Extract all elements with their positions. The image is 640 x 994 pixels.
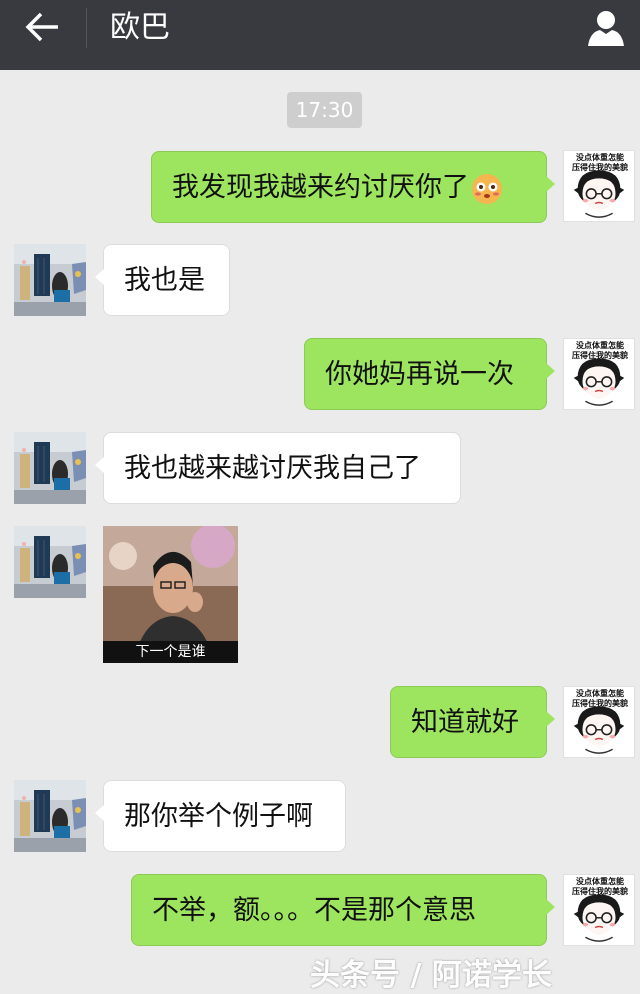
avatar-caption: 压得住我的美貌 <box>572 698 628 708</box>
message-bubble-me[interactable]: 不举，额。。。不是那个意思 <box>131 874 555 946</box>
message-bubble-other[interactable]: 那你举个例子啊 <box>95 780 346 852</box>
message-bubble-other[interactable]: 我也是 <box>95 244 230 316</box>
contact-avatar[interactable] <box>14 526 86 598</box>
message-text: 你她妈再说一次 <box>325 359 514 390</box>
avatar-caption: 没点体重怎能 <box>576 152 624 162</box>
back-button[interactable] <box>22 10 66 46</box>
arrow-left-icon <box>25 12 58 42</box>
message-bubble-me[interactable]: 我发现我越来约讨厌你了 <box>151 151 555 223</box>
chat-title: 欧巴 <box>110 10 170 45</box>
contact-avatar[interactable] <box>14 244 86 316</box>
message-text: 我发现我越来约讨厌你了 <box>172 172 469 203</box>
avatar-caption: 没点体重怎能 <box>576 876 624 886</box>
avatar-caption: 压得住我的美貌 <box>572 350 628 360</box>
my-avatar[interactable]: 没点体重怎能 压得住我的美貌 <box>563 874 635 946</box>
chat-header: 欧巴 <box>0 0 640 70</box>
message-text: 不举，额。。。不是那个意思 <box>152 895 476 926</box>
avatar-caption: 没点体重怎能 <box>576 688 624 698</box>
avatar-caption: 压得住我的美貌 <box>572 162 628 172</box>
contact-avatar[interactable] <box>14 432 86 504</box>
timestamp-badge: 17:30 <box>287 92 362 128</box>
profile-button[interactable] <box>586 8 626 48</box>
message-text: 我也是 <box>124 265 205 296</box>
message-bubble-me[interactable]: 你她妈再说一次 <box>304 338 555 410</box>
person-icon <box>588 11 624 46</box>
image-message[interactable]: 下一个是谁 <box>103 526 238 663</box>
message-text: 那你举个例子啊 <box>124 801 313 832</box>
contact-avatar[interactable] <box>14 780 86 852</box>
avatar-caption: 压得住我的美貌 <box>572 886 628 896</box>
header-divider <box>86 8 87 48</box>
message-text: 我也越来越讨厌我自己了 <box>124 453 421 484</box>
my-avatar[interactable]: 没点体重怎能 压得住我的美貌 <box>563 686 635 758</box>
message-bubble-other[interactable]: 我也越来越讨厌我自己了 <box>95 432 461 504</box>
message-text: 知道就好 <box>411 707 519 738</box>
image-caption: 下一个是谁 <box>103 641 238 663</box>
message-bubble-me[interactable]: 知道就好 <box>390 686 555 758</box>
avatar-caption: 没点体重怎能 <box>576 340 624 350</box>
watermark: 头条号 / 阿诺学长 <box>310 958 552 993</box>
my-avatar[interactable]: 没点体重怎能 压得住我的美貌 <box>563 150 635 222</box>
flushed-emoji-icon <box>472 173 502 204</box>
my-avatar[interactable]: 没点体重怎能 压得住我的美貌 <box>563 338 635 410</box>
